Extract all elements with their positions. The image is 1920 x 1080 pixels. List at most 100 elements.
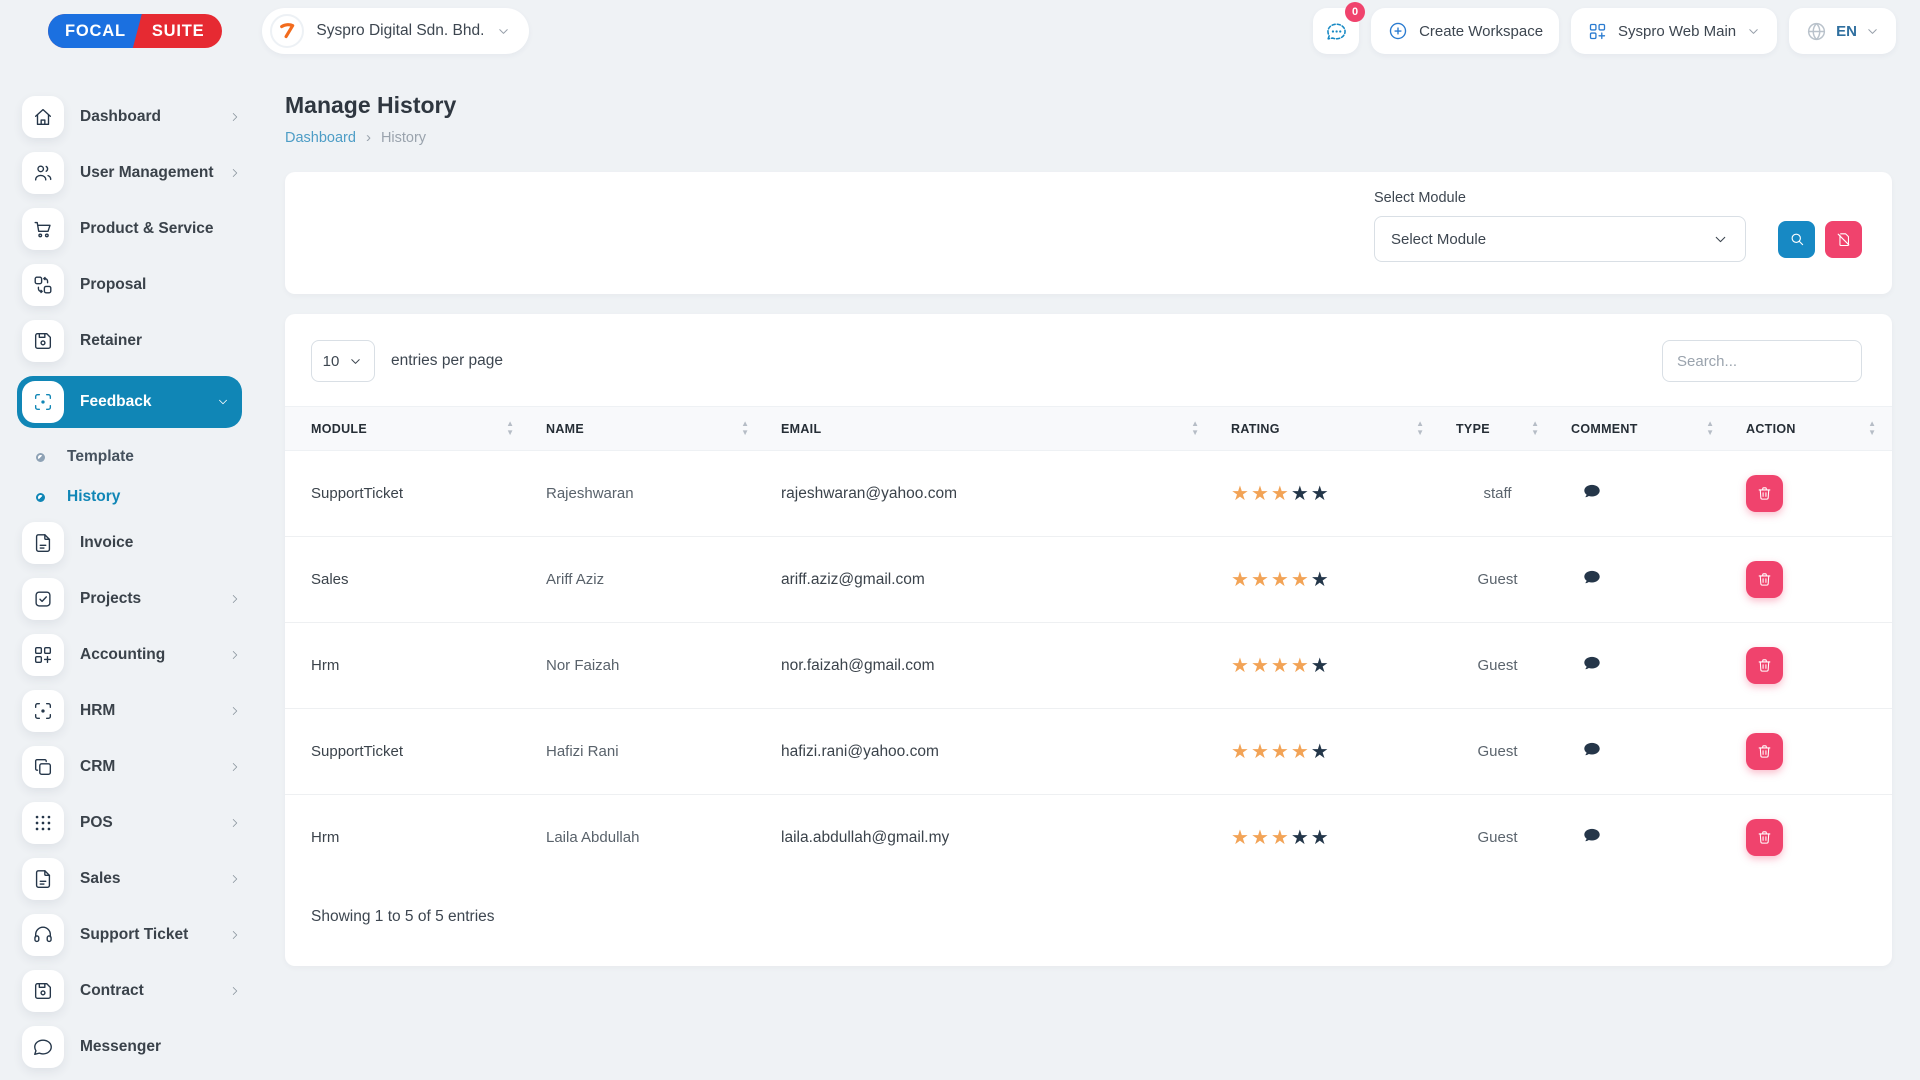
breadcrumb: Dashboard › History [285, 129, 1892, 146]
sidebar-item-label: Retainer [80, 332, 142, 350]
chevron-down-icon [216, 395, 230, 409]
page-size-select[interactable]: 10 [311, 340, 375, 382]
topbar-actions: 0 Create Workspace Syspro Web Main EN [1313, 8, 1896, 54]
language-code: EN [1836, 23, 1857, 40]
breadcrumb-separator: › [366, 129, 371, 146]
comment-bubble-icon[interactable] [1571, 653, 1603, 675]
sidebar-item-pos[interactable]: POS [22, 802, 242, 844]
sidebar-item-feedback[interactable]: Feedback [17, 376, 242, 428]
cell-name: Ariff Aziz [530, 537, 765, 623]
sidebar-subitem-history[interactable]: History [36, 482, 242, 512]
sidebar-item-projects[interactable]: Projects [22, 578, 242, 620]
bullet-circle-icon [36, 453, 45, 462]
filter-reset-button[interactable] [1825, 221, 1862, 258]
cell-module: SupportTicket [285, 709, 530, 795]
chevron-down-icon [1712, 231, 1729, 248]
delete-button[interactable] [1746, 561, 1783, 598]
sidebar-item-dashboard[interactable]: Dashboard [22, 96, 242, 138]
comment-bubble-icon[interactable] [1571, 567, 1603, 589]
cell-action [1730, 795, 1892, 881]
module-filter-group: Select Module Select Module [1374, 190, 1862, 294]
sort-icon: ▲▼ [1416, 420, 1424, 437]
column-header-email[interactable]: EMAIL▲▼ [765, 407, 1215, 451]
sidebar-item-label: Sales [80, 870, 121, 888]
workspace-logo-icon [270, 14, 304, 48]
sidebar-item-label: Invoice [80, 534, 133, 552]
delete-button[interactable] [1746, 475, 1783, 512]
comment-bubble-icon[interactable] [1571, 825, 1603, 847]
cell-type: staff [1440, 451, 1555, 537]
sidebar-item-label: Feedback [80, 393, 152, 411]
comment-bubble-icon[interactable] [1571, 481, 1603, 503]
sidebar-item-accounting[interactable]: Accounting [22, 634, 242, 676]
sort-icon: ▲▼ [506, 420, 514, 437]
sidebar-item-label: Contract [80, 982, 144, 1000]
sidebar-item-support-ticket[interactable]: Support Ticket [22, 914, 242, 956]
sidebar-item-crm[interactable]: CRM [22, 746, 242, 788]
sidebar-subitem-template[interactable]: Template [36, 442, 242, 472]
delete-button[interactable] [1746, 733, 1783, 770]
cell-name: Laila Abdullah [530, 795, 765, 881]
filter-search-button[interactable] [1778, 221, 1815, 258]
chevron-right-icon [228, 928, 242, 942]
column-header-module[interactable]: MODULE▲▼ [285, 407, 530, 451]
cell-type: Guest [1440, 709, 1555, 795]
messages-button[interactable]: 0 [1313, 8, 1359, 54]
sidebar-item-hrm[interactable]: HRM [22, 690, 242, 732]
cell-email: nor.faizah@gmail.com [765, 623, 1215, 709]
file-icon [22, 522, 64, 564]
app-selector[interactable]: Syspro Web Main [1571, 8, 1777, 54]
sidebar-item-label: CRM [80, 758, 115, 776]
cell-comment [1555, 623, 1730, 709]
cell-action [1730, 537, 1892, 623]
sidebar-item-sales[interactable]: Sales [22, 858, 242, 900]
cell-action [1730, 623, 1892, 709]
cell-comment [1555, 537, 1730, 623]
sort-icon: ▲▼ [741, 420, 749, 437]
delete-button[interactable] [1746, 819, 1783, 856]
page-title: Manage History [285, 92, 1892, 119]
sidebar-item-invoice[interactable]: Invoice [22, 522, 242, 564]
column-header-action[interactable]: ACTION▲▼ [1730, 407, 1892, 451]
language-selector[interactable]: EN [1789, 8, 1896, 54]
column-header-name[interactable]: NAME▲▼ [530, 407, 765, 451]
headset-icon [22, 914, 64, 956]
sidebar-item-label: Projects [80, 590, 141, 608]
cell-email: hafizi.rani@yahoo.com [765, 709, 1215, 795]
create-workspace-button[interactable]: Create Workspace [1371, 8, 1559, 54]
cell-email: rajeshwaran@yahoo.com [765, 451, 1215, 537]
column-header-rating[interactable]: RATING▲▼ [1215, 407, 1440, 451]
column-header-type[interactable]: TYPE▲▼ [1440, 407, 1555, 451]
star-rating: ★★★★★ [1231, 569, 1331, 591]
breadcrumb-current: History [381, 130, 426, 146]
sidebar-item-label: POS [80, 814, 113, 832]
sidebar-item-retainer[interactable]: Retainer [22, 320, 242, 362]
entries-per-page-label: entries per page [391, 352, 503, 370]
home-icon [22, 96, 64, 138]
module-select[interactable]: Select Module [1374, 216, 1746, 262]
sidebar-item-product-service[interactable]: Product & Service [22, 208, 242, 250]
cell-type: Guest [1440, 795, 1555, 881]
chevron-right-icon [228, 648, 242, 662]
sidebar-item-label: Dashboard [80, 108, 161, 126]
sidebar-item-user-management[interactable]: User Management [22, 152, 242, 194]
table-search-input[interactable] [1662, 340, 1862, 382]
breadcrumb-dashboard-link[interactable]: Dashboard [285, 130, 356, 146]
workspace-selector[interactable]: Syspro Digital Sdn. Bhd. [262, 8, 529, 54]
table-row: SupportTicketHafizi Ranihafizi.rani@yaho… [285, 709, 1892, 795]
module-filter-label: Select Module [1374, 190, 1862, 206]
comment-bubble-icon[interactable] [1571, 739, 1603, 761]
column-header-comment[interactable]: COMMENT▲▼ [1555, 407, 1730, 451]
cell-action [1730, 451, 1892, 537]
history-table: MODULE▲▼NAME▲▼EMAIL▲▼RATING▲▼TYPE▲▼COMME… [285, 406, 1892, 880]
sidebar-item-label: Accounting [80, 646, 165, 664]
cell-email: ariff.aziz@gmail.com [765, 537, 1215, 623]
sidebar-item-contract[interactable]: Contract [22, 970, 242, 1012]
cell-name: Hafizi Rani [530, 709, 765, 795]
sidebar-item-proposal[interactable]: Proposal [22, 264, 242, 306]
cell-type: Guest [1440, 537, 1555, 623]
table-row: SupportTicketRajeshwaranrajeshwaran@yaho… [285, 451, 1892, 537]
delete-button[interactable] [1746, 647, 1783, 684]
sidebar-item-messenger[interactable]: Messenger [22, 1026, 242, 1068]
cell-action [1730, 709, 1892, 795]
